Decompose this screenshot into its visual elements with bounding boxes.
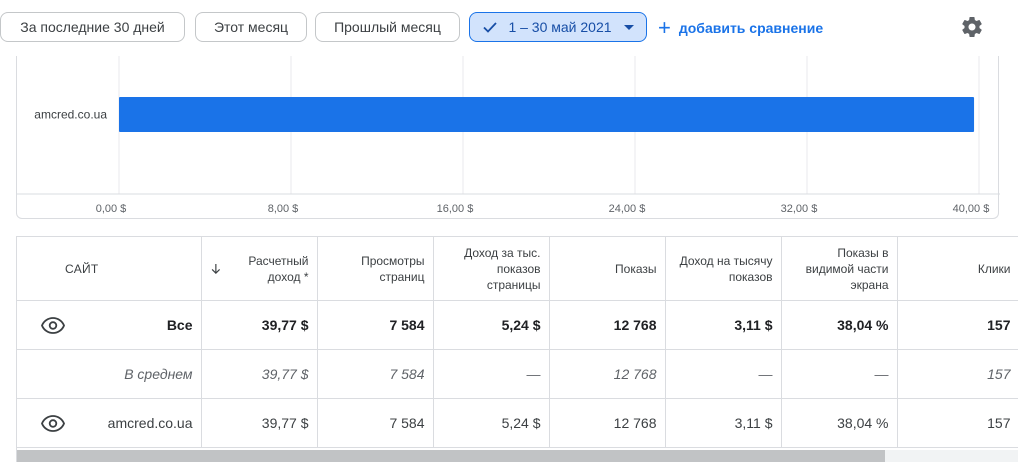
header-label: Просмотры страниц xyxy=(361,253,425,284)
scrollbar-thumb[interactable] xyxy=(17,450,885,462)
empty-cell xyxy=(17,349,65,399)
cell-page-rpm: 5,24 $ xyxy=(433,398,550,448)
earnings-chart-card: amcred.co.ua 0,00 $ 8,00 $ 16,00 $ 24,00 $ 32… xyxy=(16,56,1000,219)
row-site-name: amcred.co.ua xyxy=(65,398,202,448)
visibility-toggle-cell[interactable] xyxy=(17,398,65,448)
cell-clicks: 157 xyxy=(897,349,1018,399)
cell-viewability: 38,04 % xyxy=(781,398,898,448)
cell-page-rpm: 5,24 $ xyxy=(433,300,550,350)
header-estimated-earnings[interactable]: Расчетный доход * xyxy=(201,236,318,301)
header-label: Показы в видимой части экрана xyxy=(805,245,889,292)
cell-viewability: 38,04 % xyxy=(781,300,898,350)
cell-page-views: 7 584 xyxy=(317,300,434,350)
add-comparison-button[interactable]: + добавить сравнение xyxy=(658,16,823,40)
table-row: В среднем 39,77 $ 7 584 — 12 768 — — 157 xyxy=(17,349,1018,399)
header-label: САЙТ xyxy=(65,261,99,276)
chip-label: 1 – 30 май 2021 xyxy=(508,19,612,35)
header-viewability[interactable]: Показы в видимой части экрана xyxy=(781,236,898,301)
cell-impression-rpm: 3,11 $ xyxy=(665,300,782,350)
header-impressions[interactable]: Показы xyxy=(549,236,666,301)
x-tick-label: 0,00 $ xyxy=(96,203,127,215)
cell-est-earnings: 39,77 $ xyxy=(201,349,318,399)
chip-label: За последние 30 дней xyxy=(20,19,165,35)
x-tick-label: 40,00 $ xyxy=(953,203,990,215)
cell-impression-rpm: — xyxy=(665,349,782,399)
check-icon xyxy=(483,22,498,33)
cell-impressions: 12 768 xyxy=(549,398,666,448)
cell-impression-rpm: 3,11 $ xyxy=(665,398,782,448)
cell-impressions: 12 768 xyxy=(549,349,666,399)
earnings-bar-chart: amcred.co.ua 0,00 $ 8,00 $ 16,00 $ 24,00 $ 32… xyxy=(17,56,1000,215)
header-label: Доход за тыс. показов страницы xyxy=(464,245,541,292)
cell-est-earnings: 39,77 $ xyxy=(201,300,318,350)
row-site-name: В среднем xyxy=(65,349,202,399)
x-tick-label: 8,00 $ xyxy=(268,203,299,215)
sites-table: САЙТ Расчетный доход * Просмотры страниц… xyxy=(17,236,1018,448)
caret-down-icon xyxy=(623,24,634,30)
cell-page-views: 7 584 xyxy=(317,349,434,399)
x-tick-label: 16,00 $ xyxy=(437,203,474,215)
header-label: Доход на тысячу показов xyxy=(679,253,773,284)
arrow-down-icon xyxy=(211,263,220,274)
header-page-rpm[interactable]: Доход за тыс. показов страницы xyxy=(433,236,550,301)
chip-label: Прошлый месяц xyxy=(334,19,441,35)
header-clicks[interactable]: Клики xyxy=(897,236,1018,301)
chip-this-month[interactable]: Этот месяц xyxy=(195,12,307,42)
category-label: amcred.co.ua xyxy=(34,108,107,122)
cell-impressions: 12 768 xyxy=(549,300,666,350)
sites-table-container: САЙТ Расчетный доход * Просмотры страниц… xyxy=(16,236,1018,462)
header-page-views[interactable]: Просмотры страниц xyxy=(317,236,434,301)
header-label: Расчетный доход * xyxy=(248,253,309,284)
cell-est-earnings: 39,77 $ xyxy=(201,398,318,448)
x-tick-label: 24,00 $ xyxy=(609,203,646,215)
bar[interactable] xyxy=(119,97,975,132)
date-filter-bar: За последние 30 дней Этот месяц Прошлый … xyxy=(0,0,1018,56)
table-header-row: САЙТ Расчетный доход * Просмотры страниц… xyxy=(17,236,1018,301)
cell-clicks: 157 xyxy=(897,398,1018,448)
gear-icon[interactable] xyxy=(960,15,984,39)
cell-page-views: 7 584 xyxy=(317,398,434,448)
cell-page-rpm: — xyxy=(433,349,550,399)
row-site-name: Все xyxy=(65,300,202,350)
table-row: amcred.co.ua 39,77 $ 7 584 5,24 $ 12 768… xyxy=(17,398,1018,448)
header-eye-spacer xyxy=(17,236,65,301)
eye-icon[interactable] xyxy=(41,313,65,337)
header-site[interactable]: САЙТ xyxy=(65,236,202,301)
chip-last-month[interactable]: Прошлый месяц xyxy=(315,12,460,42)
header-impression-rpm[interactable]: Доход на тысячу показов xyxy=(665,236,782,301)
cell-viewability: — xyxy=(781,349,898,399)
chip-selected-date-range[interactable]: 1 – 30 май 2021 xyxy=(469,12,647,42)
header-label: Показы xyxy=(615,261,657,276)
chip-last-30-days[interactable]: За последние 30 дней xyxy=(0,12,185,42)
eye-icon[interactable] xyxy=(41,411,65,435)
cell-clicks: 157 xyxy=(897,300,1018,350)
chip-label: Этот месяц xyxy=(213,19,289,35)
header-label: Клики xyxy=(977,261,1011,276)
x-tick-label: 32,00 $ xyxy=(781,203,818,215)
horizontal-scrollbar[interactable] xyxy=(17,450,1018,462)
table-row: Все 39,77 $ 7 584 5,24 $ 12 768 3,11 $ 3… xyxy=(17,300,1018,350)
plus-icon: + xyxy=(658,15,671,40)
add-comparison-label: добавить сравнение xyxy=(678,20,824,36)
visibility-toggle-cell[interactable] xyxy=(17,300,65,350)
